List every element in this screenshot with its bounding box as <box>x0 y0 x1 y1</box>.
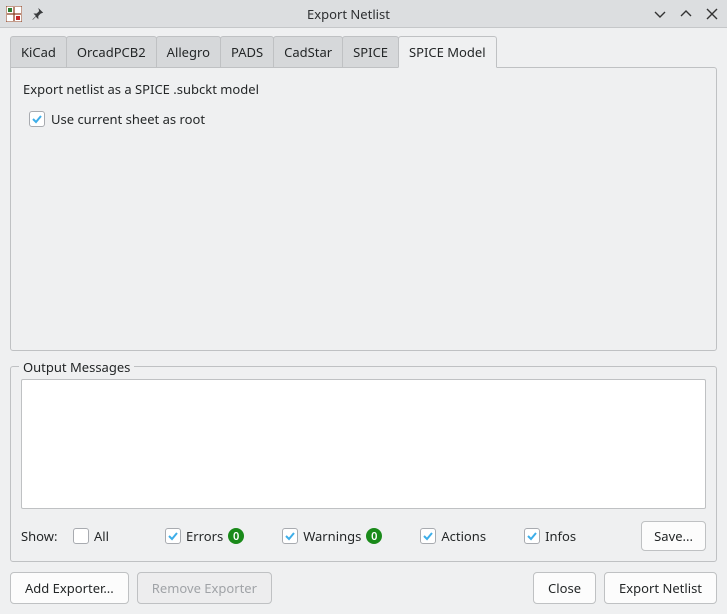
filter-infos[interactable]: Infos <box>524 527 576 545</box>
filter-row: Show: All Errors 0 Warnings <box>21 521 706 551</box>
add-exporter-button[interactable]: Add Exporter... <box>10 572 129 604</box>
tab-label: CadStar <box>284 43 332 61</box>
warnings-count-badge: 0 <box>366 528 382 544</box>
output-messages-box[interactable] <box>21 379 706 509</box>
tab-panel: Export netlist as a SPICE .subckt model … <box>10 67 717 351</box>
tab-label: SPICE <box>353 43 388 61</box>
tab-spice-model[interactable]: SPICE Model <box>398 36 497 68</box>
filter-warnings[interactable]: Warnings 0 <box>282 527 382 545</box>
remove-exporter-button: Remove Exporter <box>137 572 272 604</box>
app-icon <box>6 6 22 22</box>
use-current-sheet-row[interactable]: Use current sheet as root <box>29 110 704 128</box>
filter-errors[interactable]: Errors 0 <box>165 527 244 545</box>
filter-warnings-checkbox[interactable] <box>282 528 298 544</box>
errors-count-badge: 0 <box>228 528 244 544</box>
titlebar: Export Netlist <box>0 0 727 28</box>
filter-infos-label: Infos <box>545 527 576 545</box>
tab-spice[interactable]: SPICE <box>342 36 399 68</box>
tab-label: Allegro <box>167 43 210 61</box>
filter-actions[interactable]: Actions <box>420 527 486 545</box>
filter-actions-label: Actions <box>441 527 486 545</box>
tab-label: PADS <box>231 43 263 61</box>
filter-all-checkbox[interactable] <box>73 528 89 544</box>
filter-errors-label: Errors <box>186 527 223 545</box>
close-button-label: Close <box>548 579 581 597</box>
filter-infos-checkbox[interactable] <box>524 528 540 544</box>
filter-warnings-label: Warnings <box>303 527 361 545</box>
output-messages-label: Output Messages <box>19 358 134 376</box>
tab-kicad[interactable]: KiCad <box>10 36 67 68</box>
save-button[interactable]: Save... <box>641 521 706 551</box>
close-icon[interactable] <box>703 5 721 23</box>
filter-errors-checkbox[interactable] <box>165 528 181 544</box>
window-title: Export Netlist <box>46 5 651 23</box>
tab-orcadpcb2[interactable]: OrcadPCB2 <box>66 36 157 68</box>
tabstrip: KiCad OrcadPCB2 Allegro PADS CadStar SPI… <box>10 38 717 68</box>
filter-all-label: All <box>94 527 109 545</box>
tab-label: SPICE Model <box>409 43 486 61</box>
use-current-sheet-checkbox[interactable] <box>29 111 45 127</box>
filter-actions-checkbox[interactable] <box>420 528 436 544</box>
output-messages-group: Output Messages Show: All Errors 0 <box>10 366 717 562</box>
filter-all[interactable]: All <box>73 527 109 545</box>
tab-pads[interactable]: PADS <box>220 36 274 68</box>
panel-description: Export netlist as a SPICE .subckt model <box>23 80 704 98</box>
export-netlist-label: Export Netlist <box>619 579 702 597</box>
save-button-label: Save... <box>654 527 693 545</box>
show-label: Show: <box>21 527 65 545</box>
pin-icon[interactable] <box>28 5 46 23</box>
tab-cadstar[interactable]: CadStar <box>273 36 343 68</box>
close-button[interactable]: Close <box>533 572 596 604</box>
export-netlist-button[interactable]: Export Netlist <box>604 572 717 604</box>
maximize-icon[interactable] <box>677 5 695 23</box>
button-row: Add Exporter... Remove Exporter Close Ex… <box>10 572 717 604</box>
add-exporter-label: Add Exporter... <box>25 579 114 597</box>
tab-allegro[interactable]: Allegro <box>156 36 221 68</box>
use-current-sheet-label: Use current sheet as root <box>51 110 205 128</box>
dialog-content: KiCad OrcadPCB2 Allegro PADS CadStar SPI… <box>0 28 727 614</box>
tab-label: OrcadPCB2 <box>77 43 146 61</box>
remove-exporter-label: Remove Exporter <box>152 579 257 597</box>
tab-label: KiCad <box>21 43 56 61</box>
minimize-icon[interactable] <box>651 5 669 23</box>
